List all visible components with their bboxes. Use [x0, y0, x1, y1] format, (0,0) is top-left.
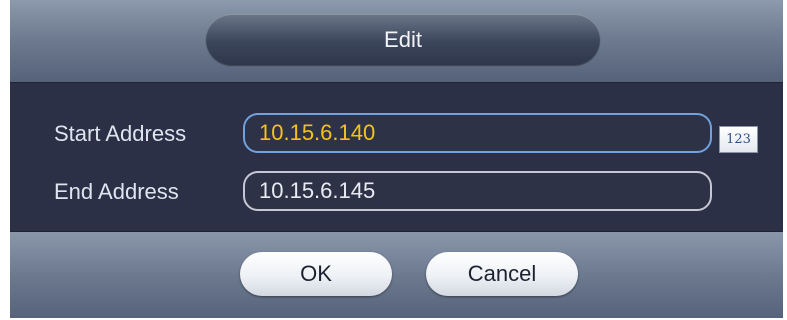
- title-pill: Edit: [206, 14, 600, 65]
- keypad-label: 123: [726, 132, 751, 147]
- ok-button-label: OK: [300, 261, 332, 286]
- dialog-title: Edit: [384, 26, 422, 52]
- end-address-label: End Address: [54, 179, 179, 204]
- form-area: Start Address 10.15.6.140 123 End Addres…: [10, 83, 783, 231]
- keypad-toggle-button[interactable]: 123: [719, 126, 758, 153]
- start-address-label: Start Address: [54, 121, 187, 146]
- start-address-value: 10.15.6.140: [259, 120, 376, 145]
- cancel-button-label: Cancel: [467, 261, 537, 286]
- title-bar: Edit: [10, 0, 783, 83]
- end-address-input[interactable]: 10.15.6.145: [243, 171, 712, 211]
- edit-dialog: Edit Start Address 10.15.6.140 123 End A…: [10, 0, 783, 318]
- end-address-value: 10.15.6.145: [259, 178, 376, 203]
- ok-button[interactable]: OK: [240, 252, 392, 296]
- cancel-button[interactable]: Cancel: [426, 252, 578, 296]
- button-bar: OK Cancel: [10, 231, 783, 318]
- start-address-input[interactable]: 10.15.6.140: [243, 113, 712, 153]
